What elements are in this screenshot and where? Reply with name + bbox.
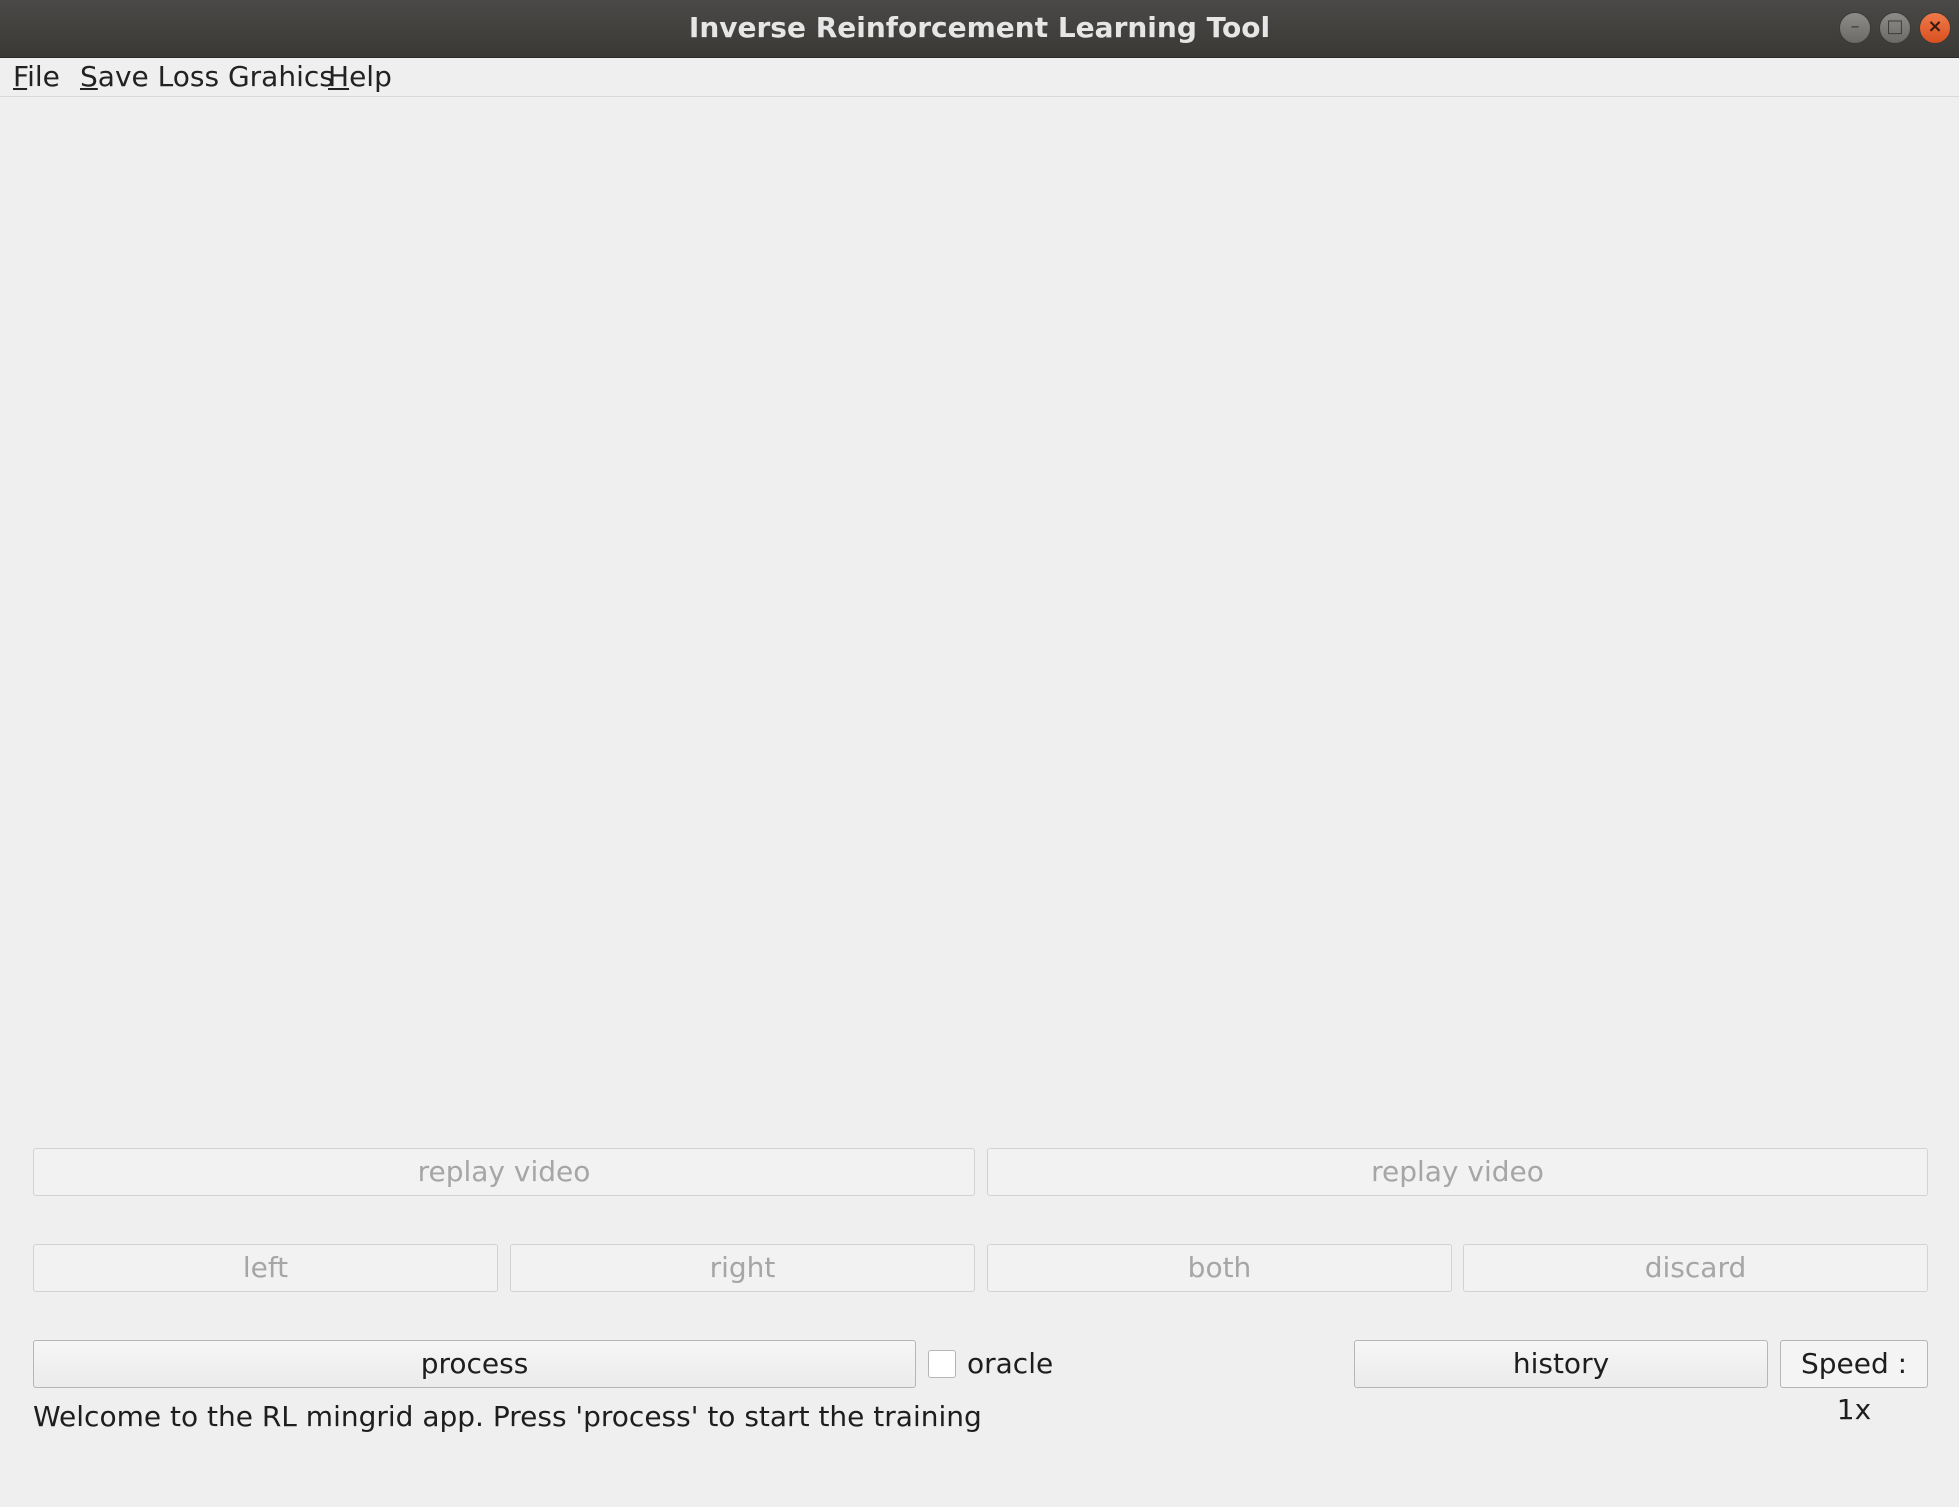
maximize-button[interactable]: □ bbox=[1879, 12, 1911, 44]
menu-save-loss-graphics[interactable]: Save Loss Grahics bbox=[80, 60, 334, 94]
speed-selector[interactable]: Speed : 1x bbox=[1780, 1340, 1928, 1426]
both-button[interactable]: both bbox=[987, 1244, 1452, 1292]
oracle-label: oracle bbox=[967, 1347, 1054, 1380]
minimize-button[interactable]: – bbox=[1839, 12, 1871, 44]
menu-help[interactable]: Help bbox=[328, 60, 392, 94]
menu-help-mnemonic: H bbox=[328, 60, 350, 93]
menu-save-label: ave Loss Grahics bbox=[97, 60, 334, 93]
menu-bar: File Save Loss Grahics Help bbox=[0, 58, 1959, 97]
replay-video-left-button[interactable]: replay video bbox=[33, 1148, 975, 1196]
minimize-icon: – bbox=[1850, 16, 1860, 37]
process-button[interactable]: process bbox=[33, 1340, 916, 1388]
maximize-icon: □ bbox=[1886, 16, 1904, 37]
replay-video-right-button[interactable]: replay video bbox=[987, 1148, 1928, 1196]
discard-button[interactable]: discard bbox=[1463, 1244, 1928, 1292]
right-button[interactable]: right bbox=[510, 1244, 975, 1292]
window-titlebar[interactable]: Inverse Reinforcement Learning Tool – □ … bbox=[0, 0, 1959, 58]
menu-file[interactable]: File bbox=[13, 60, 60, 94]
window-title: Inverse Reinforcement Learning Tool bbox=[688, 11, 1271, 44]
menu-file-mnemonic: F bbox=[13, 60, 28, 93]
history-button[interactable]: history bbox=[1354, 1340, 1768, 1388]
menu-save-mnemonic: S bbox=[80, 60, 98, 93]
oracle-checkbox[interactable] bbox=[928, 1350, 956, 1378]
menu-help-label: elp bbox=[349, 60, 392, 93]
close-icon: × bbox=[1927, 16, 1943, 37]
close-button[interactable]: × bbox=[1919, 12, 1951, 44]
menu-file-label: ile bbox=[27, 60, 60, 93]
left-button[interactable]: left bbox=[33, 1244, 498, 1292]
video-display-area bbox=[0, 97, 1959, 1137]
status-message: Welcome to the RL mingrid app. Press 'pr… bbox=[33, 1400, 982, 1433]
